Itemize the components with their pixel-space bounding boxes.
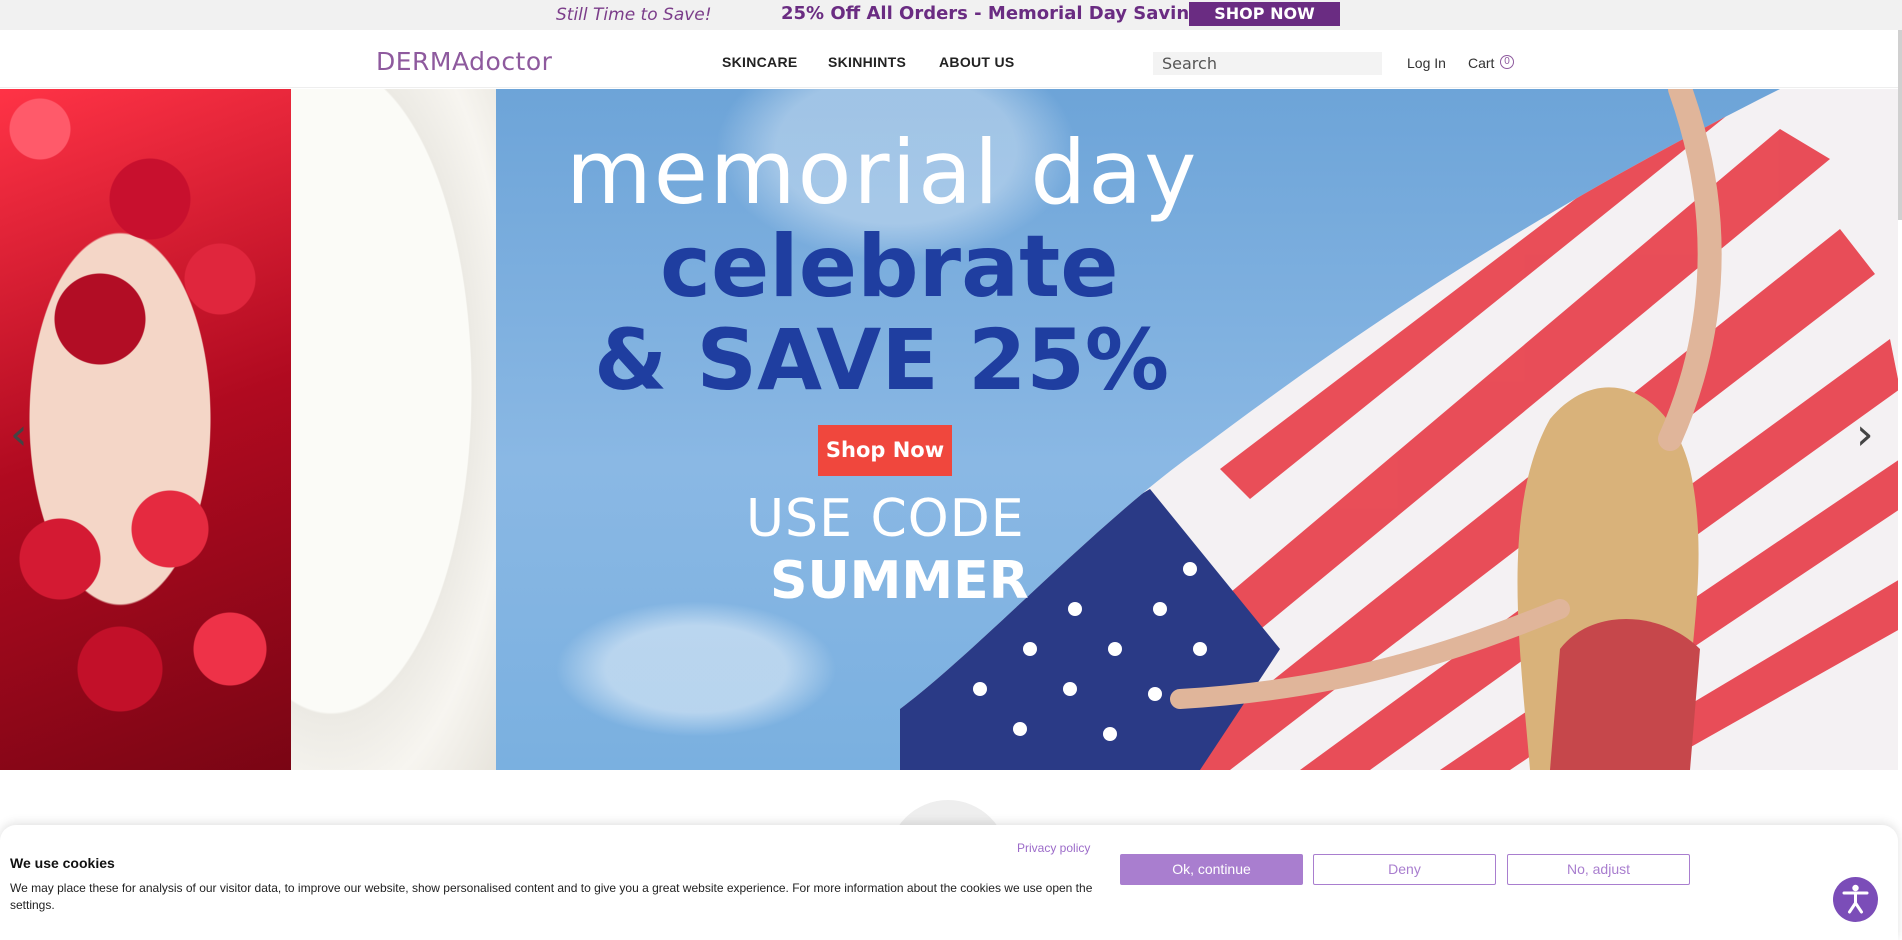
nav-skincare[interactable]: SKINCARE [722, 54, 798, 70]
cart-count-badge[interactable]: 0 [1500, 55, 1514, 69]
hero-code-label: USE CODE [746, 489, 1025, 549]
promo-bar: Still Time to Save! 25% Off All Orders -… [0, 0, 1902, 30]
cookie-deny-button[interactable]: Deny [1313, 854, 1496, 885]
hero-carousel[interactable]: memorial day celebrate & SAVE 25% Shop N… [0, 89, 1898, 770]
accessibility-icon [1842, 884, 1869, 914]
cookie-title: We use cookies [10, 855, 115, 871]
cookie-text: We may place these for analysis of our v… [10, 881, 1093, 912]
logo[interactable]: DERMAdoctor [376, 47, 552, 76]
hero-title: memorial day [566, 121, 1199, 224]
login-link[interactable]: Log In [1407, 55, 1446, 71]
hero-subtitle: celebrate [660, 217, 1119, 317]
site-header: DERMAdoctor SKINCARE SKINHINTS ABOUT US … [0, 30, 1902, 88]
page-scrollbar[interactable] [1898, 30, 1902, 220]
promo-headline[interactable]: 25% Off All Orders - Memorial Day Saving… [781, 3, 1213, 24]
cart-link[interactable]: Cart [1468, 55, 1494, 71]
promo-tagline: Still Time to Save! [556, 5, 712, 25]
search-input[interactable] [1153, 52, 1382, 75]
privacy-policy-link[interactable]: Privacy policy [1017, 841, 1090, 855]
page: Still Time to Save! 25% Off All Orders -… [0, 0, 1902, 940]
nav-about-us[interactable]: ABOUT US [939, 54, 1015, 70]
hero-code-value: SUMMER [770, 551, 1029, 611]
accessibility-button[interactable] [1833, 877, 1878, 922]
hero-offer: & SAVE 25% [594, 311, 1169, 409]
carousel-next-icon[interactable]: › [1856, 409, 1874, 460]
cream-slide-image [291, 89, 496, 770]
cookie-banner: We use cookies We may place these for an… [0, 825, 1898, 940]
pomegranate-slide-image [0, 89, 291, 770]
nav-skinhints[interactable]: SKINHINTS [828, 54, 906, 70]
hero-shop-now-button[interactable]: Shop Now [818, 425, 952, 476]
cookie-ok-button[interactable]: Ok, continue [1120, 854, 1303, 885]
cookie-adjust-button[interactable]: No, adjust [1507, 854, 1690, 885]
promo-shop-button[interactable]: SHOP NOW [1189, 2, 1340, 26]
carousel-prev-icon[interactable]: ‹ [10, 409, 28, 460]
